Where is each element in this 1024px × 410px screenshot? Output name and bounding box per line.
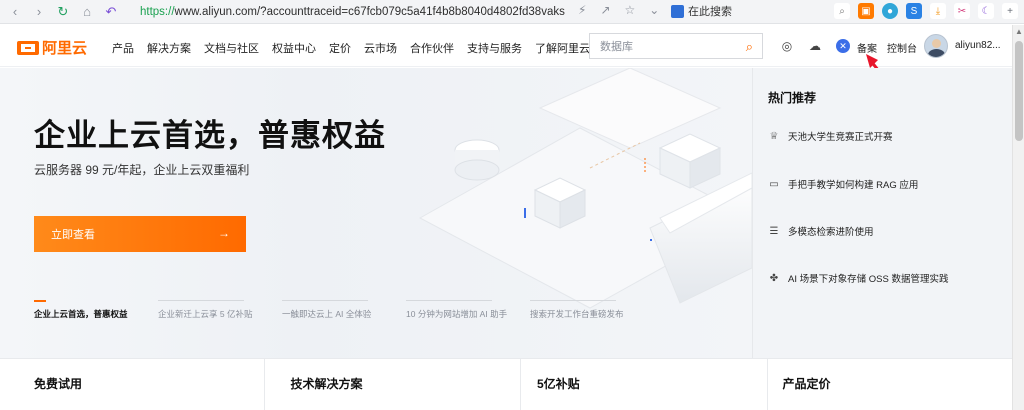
page-scrollbar[interactable]: ▲ xyxy=(1012,25,1024,410)
hot-item-label: 手把手教学如何构建 RAG 应用 xyxy=(788,180,919,191)
main-nav: 产品 解决方案 文档与社区 权益中心 定价 云市场 合作伙伴 支持与服务 了解阿… xyxy=(112,40,603,56)
carousel-item[interactable]: 一触即达云上 AI 全体验 xyxy=(282,300,406,320)
nav-item-products[interactable]: 产品 xyxy=(112,40,134,56)
hot-item[interactable]: ✤ AI 场景下对象存储 OSS 数据管理实践 xyxy=(768,271,949,286)
url-scheme: https:// xyxy=(140,6,175,18)
star-icon[interactable]: ☆ xyxy=(625,3,636,17)
browser-toolbar: ‹ › ↻ ⌂ ↶ https://www.aliyun.com/?accoun… xyxy=(0,0,1024,24)
pricing-card[interactable]: 产品定价 xyxy=(768,359,1013,410)
close-circle-icon[interactable]: ✕ xyxy=(836,39,850,53)
view-now-button[interactable]: 立即查看 → xyxy=(34,216,246,252)
nav-item-support[interactable]: 支持与服务 xyxy=(467,40,522,56)
carousel-item[interactable]: 10 分钟为网站增加 AI 助手 xyxy=(406,300,530,320)
undo-icon[interactable]: ↶ xyxy=(102,3,120,21)
hot-recommend-panel: 热门推荐 ♕ 天池大学生竞赛正式开赛 ▭ 手把手教学如何构建 RAG 应用 ☰ … xyxy=(752,68,1012,358)
trophy-icon: ♕ xyxy=(769,130,779,142)
lightning-icon[interactable]: ⚡ xyxy=(578,3,586,17)
cylinder-shape xyxy=(454,139,500,181)
document-icon: ☰ xyxy=(769,225,779,237)
carousel-item[interactable]: 企业上云首选，普惠权益 xyxy=(34,300,158,320)
browser-search-label: 在此搜索 xyxy=(688,6,732,18)
new-tab-icon[interactable]: + xyxy=(1002,3,1018,19)
scroll-up-icon[interactable]: ▲ xyxy=(1015,27,1023,36)
carousel-item[interactable]: 企业新迁上云享 5 亿补贴 xyxy=(158,300,282,320)
hot-item-label: 多模态检索进阶使用 xyxy=(788,227,874,238)
site-header: 阿里云 产品 解决方案 文档与社区 权益中心 定价 云市场 合作伙伴 支持与服务… xyxy=(0,25,1012,67)
bottom-entry-row: 免费试用 技术解决方案 5亿补贴 产品定价 xyxy=(0,358,1012,410)
free-trial-card[interactable]: 免费试用 xyxy=(0,359,265,410)
nav-item-about[interactable]: 了解阿里云 xyxy=(535,40,590,56)
hot-item-label: 天池大学生竞赛正式开赛 xyxy=(788,132,893,143)
search-placeholder: 数据库 xyxy=(600,41,633,53)
nav-item-benefits[interactable]: 权益中心 xyxy=(272,40,316,56)
nav-item-docs[interactable]: 文档与社区 xyxy=(204,40,259,56)
aliyun-logo[interactable]: 阿里云 xyxy=(17,37,87,58)
extension-orange-icon[interactable]: ▣ xyxy=(858,3,874,19)
hero-subtitle: 云服务器 99 元/年起，企业上云双重福利 xyxy=(34,163,250,177)
username[interactable]: aliyun82... xyxy=(955,40,1001,51)
logo-text: 阿里云 xyxy=(42,40,88,57)
hot-title: 热门推荐 xyxy=(768,91,817,105)
share-icon[interactable]: ↗ xyxy=(600,3,610,17)
nav-item-marketplace[interactable]: 云市场 xyxy=(364,40,397,56)
carousel-item[interactable]: 搜索开发工作台重磅发布 xyxy=(530,300,654,320)
cta-label: 立即查看 xyxy=(51,229,95,241)
banner-carousel: 企业上云首选，普惠权益 企业新迁上云享 5 亿补贴 一触即达云上 AI 全体验 … xyxy=(34,300,654,320)
hot-item-label: AI 场景下对象存储 OSS 数据管理实践 xyxy=(788,274,949,285)
extension-s-icon[interactable]: S xyxy=(906,3,922,19)
browser-search-box[interactable]: 在此搜索 xyxy=(671,3,732,19)
hot-item[interactable]: ▭ 手把手教学如何构建 RAG 应用 xyxy=(768,177,919,192)
cloud-upload-icon[interactable]: ☁ xyxy=(808,39,822,53)
storage-network-icon: ✤ xyxy=(769,272,779,284)
home-icon[interactable]: ⌂ xyxy=(78,3,96,21)
subsidy-card[interactable]: 5亿补贴 xyxy=(521,359,768,410)
hero-banner: 企业上云首选，普惠权益 云服务器 99 元/年起，企业上云双重福利 立即查看 →… xyxy=(0,68,752,358)
extension-globe-icon[interactable]: ● xyxy=(882,3,898,19)
hot-item[interactable]: ♕ 天池大学生竞赛正式开赛 xyxy=(768,129,893,144)
nav-item-pricing[interactable]: 定价 xyxy=(329,40,351,56)
moon-icon[interactable]: ☾ xyxy=(978,3,994,19)
dropdown-icon[interactable]: ⌄ xyxy=(649,3,659,17)
scroll-thumb[interactable] xyxy=(1015,41,1023,141)
nav-item-solutions[interactable]: 解决方案 xyxy=(147,40,191,56)
hot-item[interactable]: ☰ 多模态检索进阶使用 xyxy=(768,224,874,239)
back-icon[interactable]: ‹ xyxy=(6,3,24,21)
url-text: www.aliyun.com/?accounttraceid=c67fcb079… xyxy=(174,6,565,18)
solutions-card[interactable]: 技术解决方案 xyxy=(265,359,521,410)
monitor-icon: ▭ xyxy=(769,178,779,190)
hero-title: 企业上云首选，普惠权益 xyxy=(34,118,386,153)
search-engine-icon xyxy=(671,4,684,18)
arrow-right-icon: → xyxy=(218,226,230,240)
search-icon[interactable]: ⌕ xyxy=(834,3,850,19)
logo-mark-icon xyxy=(17,40,39,55)
scissors-icon[interactable]: ✂ xyxy=(954,3,970,19)
eye-icon[interactable]: ◎ xyxy=(780,39,794,53)
address-bar[interactable]: https://www.aliyun.com/?accounttraceid=c… xyxy=(140,3,570,21)
forward-icon[interactable]: › xyxy=(30,3,48,21)
site-search-input[interactable]: 数据库 ⌕ xyxy=(589,33,763,59)
refresh-icon[interactable]: ↻ xyxy=(54,3,72,21)
search-icon[interactable]: ⌕ xyxy=(746,39,753,55)
avatar[interactable] xyxy=(924,34,948,58)
nav-item-partners[interactable]: 合作伙伴 xyxy=(410,40,454,56)
download-icon[interactable]: ⤓ xyxy=(930,3,946,19)
